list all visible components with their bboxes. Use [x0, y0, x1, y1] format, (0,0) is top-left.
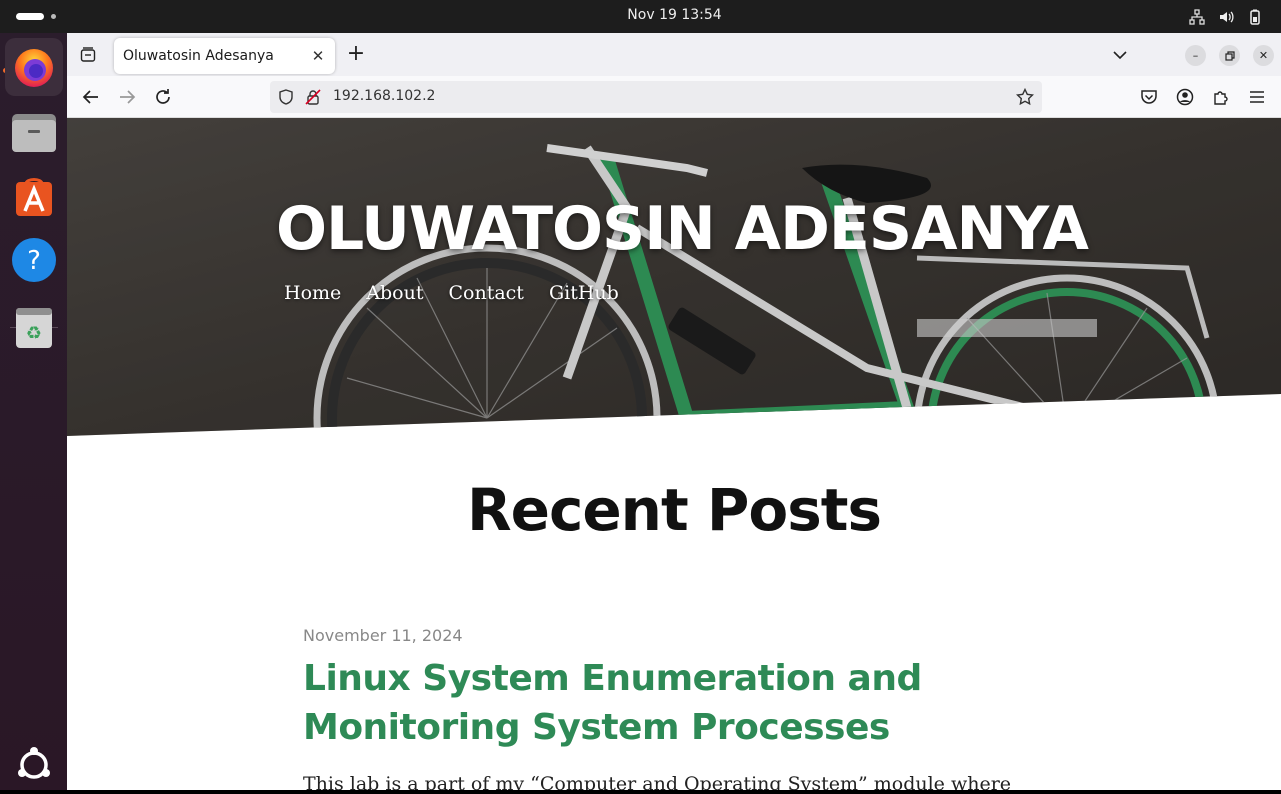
- chevron-down-icon: [1113, 51, 1127, 60]
- pocket-button[interactable]: [1138, 86, 1160, 108]
- web-page: OLUWATOSIN ADESANYA Home About Contact G…: [67, 118, 1281, 790]
- app-menu-button[interactable]: [1246, 86, 1268, 108]
- bicycle-background-image: [67, 118, 1281, 436]
- maximize-button[interactable]: [1219, 45, 1240, 66]
- insecure-lock-icon[interactable]: [304, 88, 322, 106]
- ubuntu-logo-icon: [18, 747, 50, 779]
- address-bar[interactable]: 192.168.102.2: [270, 81, 1042, 113]
- puzzle-icon: [1214, 91, 1228, 105]
- account-button[interactable]: [1174, 86, 1196, 108]
- files-icon: [12, 114, 56, 152]
- show-apps-button[interactable]: [5, 736, 63, 794]
- arrow-left-icon: [82, 90, 98, 104]
- network-icon[interactable]: [1188, 8, 1205, 25]
- post-excerpt: This lab is a part of my “Computer and O…: [303, 773, 1012, 790]
- restore-icon: [1224, 50, 1235, 61]
- help-launcher[interactable]: ?: [5, 231, 63, 289]
- nav-link-about[interactable]: About: [366, 282, 423, 304]
- site-title[interactable]: OLUWATOSIN ADESANYA: [276, 194, 1089, 264]
- site-navigation: Home About Contact GitHub: [284, 282, 619, 304]
- battery-icon[interactable]: [1246, 8, 1263, 25]
- trash-icon: ♻: [16, 308, 52, 348]
- nav-link-github[interactable]: GitHub: [549, 282, 619, 304]
- list-all-tabs-button[interactable]: [1110, 45, 1130, 65]
- post-date: November 11, 2024: [303, 626, 463, 645]
- bookmark-star-icon[interactable]: [1016, 88, 1034, 106]
- new-tab-button[interactable]: +: [345, 43, 367, 66]
- minimize-button[interactable]: –: [1185, 45, 1206, 66]
- reload-button[interactable]: [152, 86, 174, 108]
- tracking-protection-shield-icon[interactable]: [277, 88, 295, 106]
- close-window-button[interactable]: ✕: [1253, 45, 1274, 66]
- tab-bar: Oluwatosin Adesanya ✕ + – ✕: [67, 33, 1281, 76]
- arrow-right-icon: [120, 90, 136, 104]
- reload-icon: [156, 89, 170, 104]
- tab-close-icon[interactable]: ✕: [309, 47, 327, 65]
- post-title-link[interactable]: Linux System Enumeration and Monitoring …: [303, 654, 1023, 752]
- firefox-view-button[interactable]: [77, 44, 99, 66]
- section-heading: Recent Posts: [466, 476, 882, 544]
- nav-link-contact[interactable]: Contact: [448, 282, 523, 304]
- tab-title: Oluwatosin Adesanya: [123, 48, 274, 64]
- pocket-icon: [1141, 90, 1157, 104]
- tab-active[interactable]: Oluwatosin Adesanya ✕: [114, 38, 335, 74]
- hamburger-menu-icon: [1250, 91, 1264, 103]
- forward-button[interactable]: [116, 86, 138, 108]
- system-top-bar: Nov 19 13:54: [0, 0, 1281, 33]
- files-launcher[interactable]: [5, 103, 63, 161]
- firefox-view-icon: [80, 47, 96, 62]
- account-icon: [1176, 88, 1194, 106]
- hero-banner: OLUWATOSIN ADESANYA Home About Contact G…: [67, 118, 1281, 438]
- navigation-toolbar: 192.168.102.2: [67, 76, 1281, 118]
- nav-link-home[interactable]: Home: [284, 282, 341, 304]
- svg-text:♻: ♻: [26, 323, 42, 344]
- help-icon: ?: [12, 238, 56, 282]
- url-text[interactable]: 192.168.102.2: [333, 88, 435, 104]
- firefox-launcher[interactable]: [5, 38, 63, 96]
- system-tray[interactable]: [1188, 8, 1263, 25]
- back-button[interactable]: [80, 86, 102, 108]
- clock[interactable]: Nov 19 13:54: [0, 7, 1281, 23]
- firefox-window: Oluwatosin Adesanya ✕ + – ✕ 192.168.102.…: [67, 33, 1281, 790]
- svg-text:?: ?: [27, 246, 41, 276]
- dock: ? ♻: [0, 33, 67, 790]
- firefox-icon: [15, 49, 53, 87]
- volume-icon[interactable]: [1217, 8, 1234, 25]
- trash-launcher[interactable]: ♻: [5, 298, 63, 356]
- app-center-icon: [16, 178, 52, 216]
- app-center-launcher[interactable]: [5, 167, 63, 225]
- extensions-button[interactable]: [1210, 86, 1232, 108]
